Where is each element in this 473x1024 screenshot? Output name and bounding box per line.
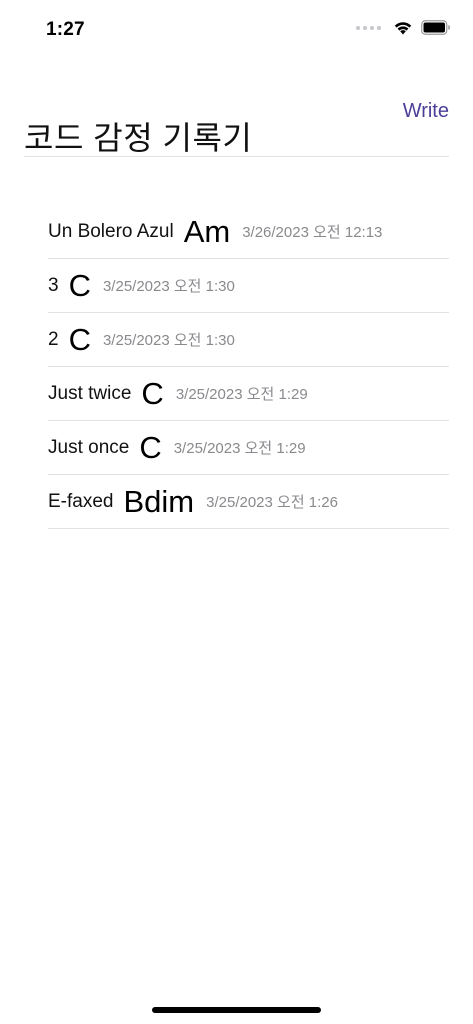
entry-chord: Am	[183, 214, 231, 249]
list-item[interactable]: Un Bolero Azul Am 3/26/2023 오전 12:13	[48, 205, 449, 259]
home-indicator[interactable]	[152, 1007, 321, 1013]
entry-title: 3	[48, 274, 59, 296]
entry-date: 3/25/2023 오전 1:29	[175, 386, 308, 403]
status-time: 1:27	[46, 19, 85, 40]
header: 코드 감정 기록기 Write	[24, 86, 449, 156]
list-item[interactable]: Just once C 3/25/2023 오전 1:29	[48, 421, 449, 475]
entry-title: Just once	[48, 436, 130, 458]
entry-chord: Bdim	[123, 484, 195, 519]
status-icons	[356, 20, 451, 35]
entry-date: 3/25/2023 오전 1:29	[173, 440, 306, 457]
entry-list: Un Bolero Azul Am 3/26/2023 오전 12:13 3 C…	[48, 205, 449, 529]
entry-date: 3/25/2023 오전 1:30	[102, 332, 235, 349]
entry-title: Un Bolero Azul	[48, 220, 174, 242]
write-button[interactable]: Write	[403, 100, 449, 123]
signal-dots-icon	[356, 25, 381, 30]
list-item[interactable]: 2 C 3/25/2023 오전 1:30	[48, 313, 449, 367]
battery-icon	[421, 20, 451, 35]
entry-date: 3/26/2023 오전 12:13	[242, 224, 383, 241]
app-screen: 1:27 코드 감정 기록기 Write Un Bolero Azul Am 3…	[0, 0, 473, 1024]
list-item[interactable]: 3 C 3/25/2023 오전 1:30	[48, 259, 449, 313]
entry-chord: C	[68, 322, 91, 357]
entry-chord: C	[68, 268, 91, 303]
list-item[interactable]: E-faxed Bdim 3/25/2023 오전 1:26	[48, 475, 449, 529]
header-divider	[24, 156, 449, 157]
entry-date: 3/25/2023 오전 1:26	[206, 494, 338, 511]
entry-date: 3/25/2023 오전 1:30	[102, 278, 235, 295]
list-item[interactable]: Just twice C 3/25/2023 오전 1:29	[48, 367, 449, 421]
entry-chord: C	[139, 430, 162, 465]
entry-title: Just twice	[48, 382, 132, 404]
page-title: 코드 감정 기록기	[24, 120, 253, 157]
wifi-icon	[393, 20, 413, 35]
entry-title: E-faxed	[48, 490, 114, 512]
entry-title: 2	[48, 328, 59, 350]
status-bar: 1:27	[0, 0, 473, 60]
entry-chord: C	[141, 376, 164, 411]
